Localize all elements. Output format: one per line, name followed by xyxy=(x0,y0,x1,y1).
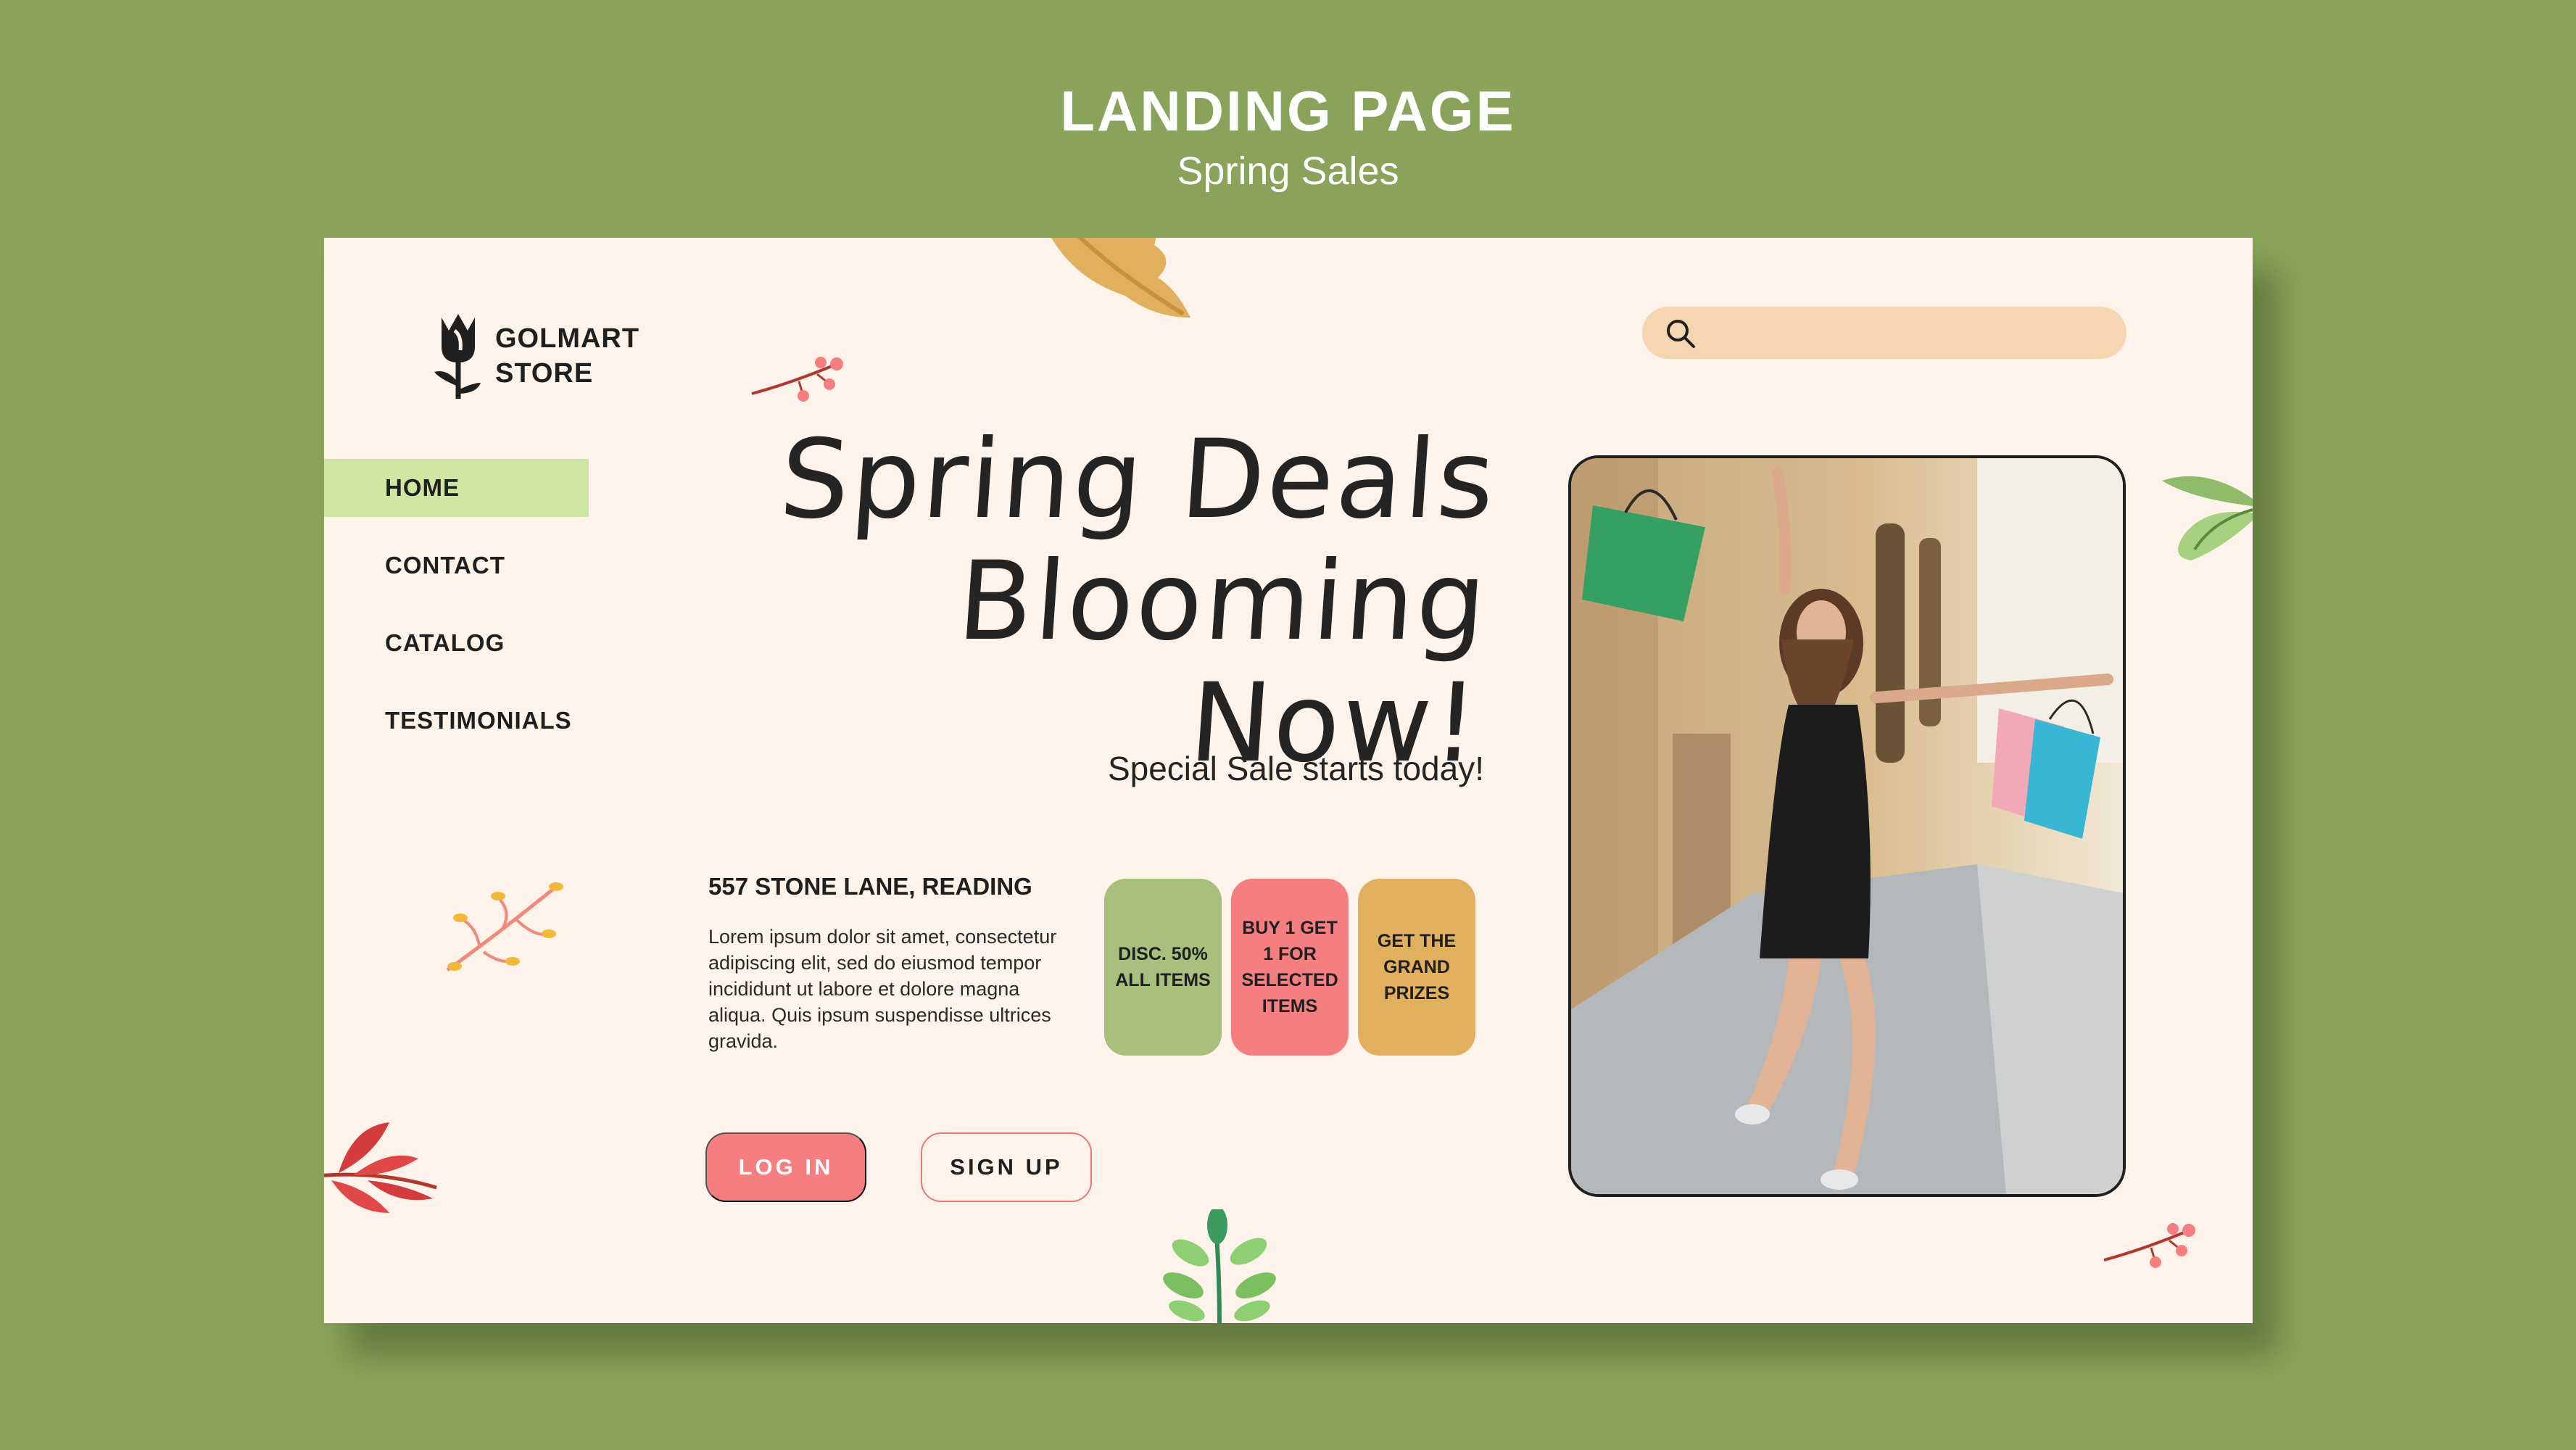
orange-leaf-decoration xyxy=(1051,238,1190,318)
store-logo[interactable]: GOLMART STORE xyxy=(433,310,639,401)
page-subtitle: Spring Sales xyxy=(1177,149,1399,193)
hero-subtitle: Special Sale starts today! xyxy=(1107,750,1484,787)
logo-line-2: STORE xyxy=(495,357,594,389)
hero-title-line-2: Blooming Now! xyxy=(953,539,1493,787)
logo-line-1: GOLMART xyxy=(495,323,640,354)
promo-bogo-badge[interactable]: BUY 1 GET 1 FOR SELECTED ITEMS xyxy=(1231,879,1349,1056)
nav-item-testimonials[interactable]: TESTIMONIALS xyxy=(324,692,592,750)
green-leaf-decoration xyxy=(2162,476,2253,560)
store-description: Lorem ipsum dolor sit amet, consectetur … xyxy=(708,926,1057,1052)
promo-discount-badge[interactable]: DISC. 50% ALL ITEMS xyxy=(1104,879,1222,1056)
promo-prizes-text: GET THE GRAND PRIZES xyxy=(1377,931,1457,1003)
nav-item-home[interactable]: HOME xyxy=(324,459,589,517)
hero-title: Spring Deals Blooming Now! xyxy=(674,417,1501,787)
red-leaf-decoration xyxy=(324,1122,437,1213)
nav-item-catalog[interactable]: CATALOG xyxy=(324,614,592,672)
yellow-sprig-decoration xyxy=(446,882,563,972)
search-icon[interactable] xyxy=(1664,317,1697,350)
shopping-woman-photo xyxy=(1571,458,2123,1194)
berry-branch-decoration xyxy=(751,357,843,402)
berry-branch-decoration xyxy=(2103,1223,2195,1268)
promo-bogo-text: BUY 1 GET 1 FOR SELECTED ITEMS xyxy=(1241,918,1338,1016)
promo-discount-text: DISC. 50% ALL ITEMS xyxy=(1115,944,1211,990)
signup-button[interactable]: SIGN UP xyxy=(921,1132,1092,1202)
store-address: 557 STONE LANE, READING xyxy=(708,873,1032,900)
search-bar[interactable] xyxy=(1642,307,2126,359)
promo-prizes-badge[interactable]: GET THE GRAND PRIZES xyxy=(1358,879,1475,1056)
page-title: LANDING PAGE xyxy=(1060,79,1516,143)
search-input[interactable] xyxy=(1709,307,2112,359)
hero-photo xyxy=(1568,455,2126,1197)
main-nav: HOME CONTACT CATALOG TESTIMONIALS xyxy=(324,459,592,769)
tulip-logo-icon xyxy=(434,314,481,399)
hero-title-line-1: Spring Deals xyxy=(776,417,1501,543)
green-plant-decoration xyxy=(1163,1209,1276,1323)
landing-card: GOLMART STORE HOME CONTACT CATALOG TESTI… xyxy=(324,238,2253,1323)
nav-item-contact[interactable]: CONTACT xyxy=(324,536,592,594)
login-button[interactable]: LOG IN xyxy=(705,1132,866,1202)
